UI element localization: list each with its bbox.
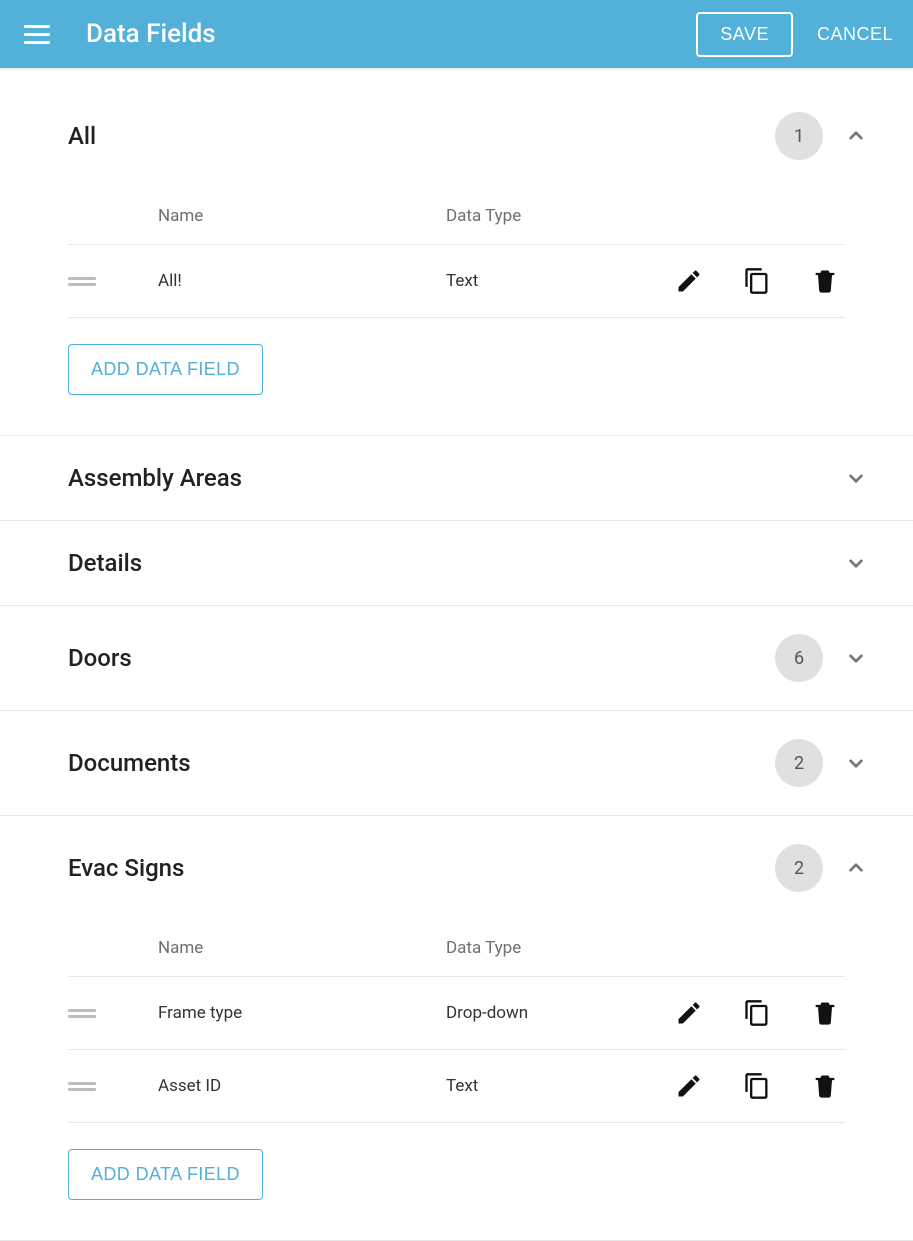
chevron-down-icon[interactable] [843, 750, 869, 776]
chevron-down-icon[interactable] [843, 465, 869, 491]
section-header[interactable]: Doors 6 [0, 606, 913, 710]
section: Evac Signs 2 Name Data Type Frame type D… [0, 816, 913, 1241]
count-badge: 6 [775, 634, 823, 682]
section: Documents 2 [0, 711, 913, 816]
cancel-button[interactable]: CANCEL [817, 24, 893, 45]
section: All 1 Name Data Type All! Text ADD DATA … [0, 108, 913, 436]
section-header[interactable]: Documents 2 [0, 711, 913, 815]
fields-table: Name Data Type All! Text [0, 188, 913, 318]
page-title: Data Fields [86, 19, 696, 49]
section-title: Details [68, 549, 843, 577]
edit-icon[interactable] [675, 1072, 703, 1100]
field-name: Asset ID [158, 1076, 446, 1096]
section-header[interactable]: Details [0, 521, 913, 605]
table-header-row: Name Data Type [68, 920, 845, 976]
edit-icon[interactable] [675, 999, 703, 1027]
section-title: Assembly Areas [68, 464, 843, 492]
section: Details [0, 521, 913, 606]
section: Assembly Areas [0, 436, 913, 521]
column-header-name: Name [158, 938, 446, 958]
column-header-name: Name [158, 206, 446, 226]
chevron-down-icon[interactable] [843, 645, 869, 671]
add-data-field-button[interactable]: ADD DATA FIELD [68, 344, 263, 395]
count-badge: 2 [775, 844, 823, 892]
field-name: All! [158, 271, 446, 291]
field-type: Text [446, 1076, 675, 1096]
section-title: Documents [68, 749, 775, 777]
add-data-field-button[interactable]: ADD DATA FIELD [68, 1149, 263, 1200]
chevron-up-icon[interactable] [843, 855, 869, 881]
drag-handle-icon[interactable] [68, 1082, 96, 1091]
save-button[interactable]: SAVE [696, 12, 793, 57]
chevron-down-icon[interactable] [843, 550, 869, 576]
delete-icon[interactable] [811, 999, 839, 1027]
section-header[interactable]: Evac Signs 2 [0, 816, 913, 920]
section-title: All [68, 122, 775, 150]
column-header-type: Data Type [446, 206, 845, 226]
drag-handle-icon[interactable] [68, 1009, 96, 1018]
section: Doors 6 [0, 606, 913, 711]
section-title: Doors [68, 644, 775, 672]
table-header-row: Name Data Type [68, 188, 845, 244]
delete-icon[interactable] [811, 267, 839, 295]
app-header: Data Fields SAVE CANCEL [0, 0, 913, 68]
count-badge: 1 [775, 112, 823, 160]
count-badge: 2 [775, 739, 823, 787]
section-header[interactable]: All 1 [0, 108, 913, 188]
field-type: Drop-down [446, 1003, 675, 1023]
table-row: Frame type Drop-down [68, 976, 845, 1049]
table-row: All! Text [68, 244, 845, 318]
delete-icon[interactable] [811, 1072, 839, 1100]
column-header-type: Data Type [446, 938, 845, 958]
field-type: Text [446, 271, 675, 291]
copy-icon[interactable] [743, 999, 771, 1027]
section-title: Evac Signs [68, 854, 775, 882]
table-row: Asset ID Text [68, 1049, 845, 1123]
drag-handle-icon[interactable] [68, 277, 96, 286]
menu-icon[interactable] [24, 25, 50, 44]
field-name: Frame type [158, 1003, 446, 1023]
edit-icon[interactable] [675, 267, 703, 295]
copy-icon[interactable] [743, 267, 771, 295]
fields-table: Name Data Type Frame type Drop-down Asse… [0, 920, 913, 1123]
copy-icon[interactable] [743, 1072, 771, 1100]
section-header[interactable]: Assembly Areas [0, 436, 913, 520]
chevron-up-icon[interactable] [843, 123, 869, 149]
